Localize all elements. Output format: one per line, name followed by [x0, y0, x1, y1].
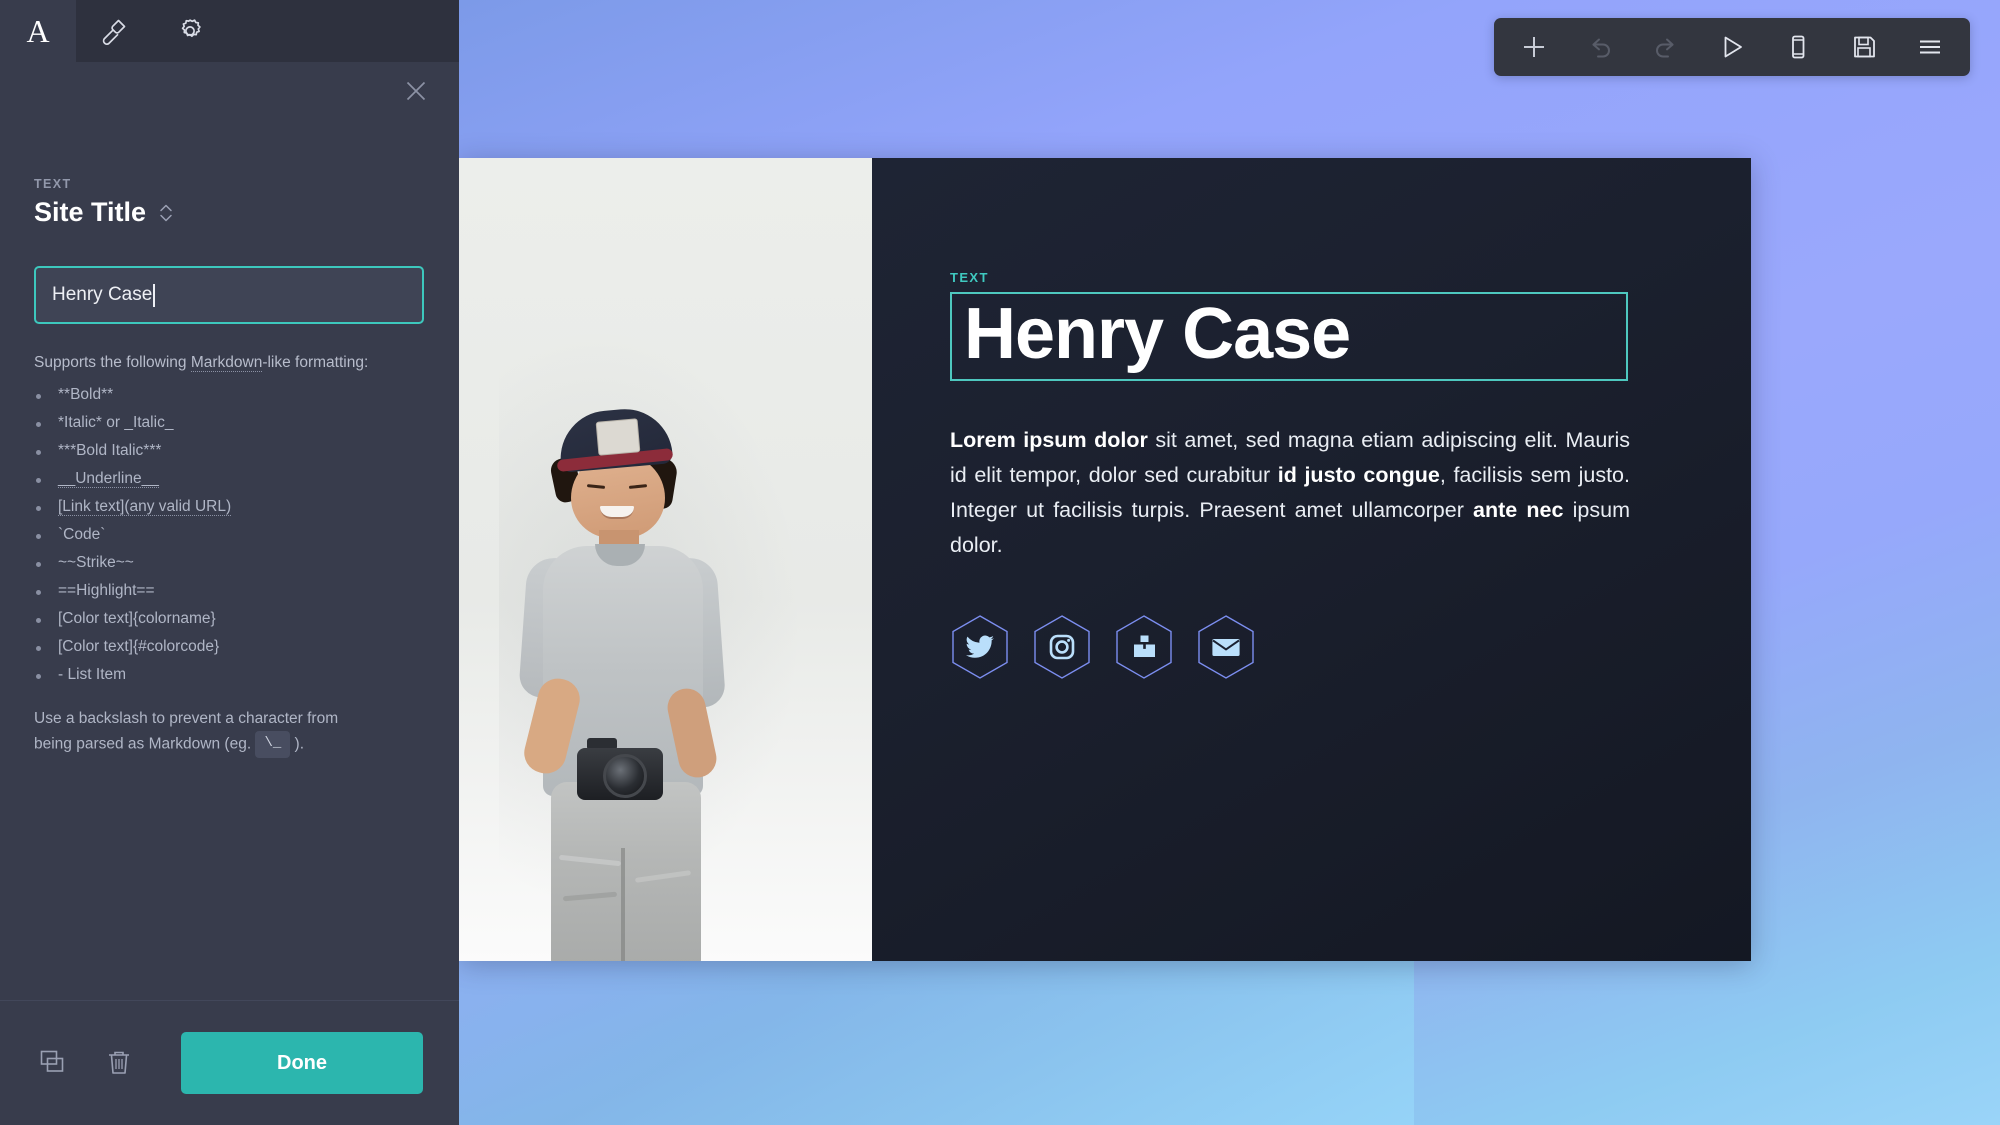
sidebar-tabbar: A — [0, 0, 459, 62]
trash-icon — [109, 1051, 129, 1074]
site-title-heading[interactable]: Henry Case — [964, 298, 1614, 370]
site-preview-card[interactable]: TEXT Henry Case Lorem ipsum dolor sit am… — [459, 158, 1751, 961]
markdown-syntax-item: ***Bold Italic*** — [34, 442, 425, 460]
markdown-syntax-item-label: ==Highlight== — [58, 582, 155, 599]
site-title-input-value: Henry Case — [52, 284, 153, 305]
markdown-syntax-item: ==Highlight== — [34, 582, 425, 600]
markdown-syntax-item: [Color text]{colorname} — [34, 610, 425, 628]
markdown-help-intro: Supports the following Markdown-like for… — [34, 354, 425, 372]
sidebar-tab-style[interactable] — [76, 0, 152, 62]
paragraph-bold-run: Lorem ipsum dolor — [950, 428, 1148, 453]
social-link-twitter[interactable] — [950, 614, 1010, 680]
markdown-syntax-item-label: [Color text]{colorname} — [58, 610, 216, 627]
paragraph-bold-run: id justo congue — [1277, 462, 1440, 487]
markdown-syntax-item: ~~Strike~~ — [34, 554, 425, 572]
undo-button[interactable] — [1572, 24, 1628, 70]
selection-type-label: TEXT — [950, 270, 989, 285]
sidebar-panel-body: TEXT Site Title Henry Case Supports the … — [0, 62, 459, 1000]
redo-icon — [1656, 38, 1674, 58]
mobile-icon — [1792, 35, 1805, 59]
preview-button[interactable] — [1704, 24, 1760, 70]
save-button[interactable] — [1836, 24, 1892, 70]
sidebar-tab-settings[interactable] — [152, 0, 228, 62]
paragraph-bold-run: ante nec — [1473, 497, 1564, 522]
undo-icon — [1592, 38, 1610, 58]
markdown-syntax-item: `Code` — [34, 526, 425, 544]
sidebar-tab-content[interactable]: A — [0, 0, 76, 62]
social-link-portfolio[interactable] — [1114, 614, 1174, 680]
backslash-help-note: Use a backslash to prevent a character f… — [34, 706, 374, 758]
photo-camera-lens — [603, 754, 647, 798]
email-icon — [1198, 615, 1254, 680]
markdown-syntax-item-label: ***Bold Italic*** — [58, 442, 162, 459]
markdown-syntax-item-label: [Link text](any valid URL) — [58, 498, 232, 516]
markdown-syntax-item-label: __Underline__ — [58, 470, 159, 488]
social-links-row — [950, 614, 1673, 680]
mobile-preview-button[interactable] — [1770, 24, 1826, 70]
markdown-syntax-item-label: **Bold** — [58, 386, 114, 403]
duplicate-element-button[interactable] — [36, 1046, 70, 1080]
twitter-icon — [952, 615, 1008, 680]
delete-element-button[interactable] — [102, 1046, 136, 1080]
letter-a-icon: A — [26, 13, 50, 49]
section-title-row[interactable]: Site Title — [34, 197, 425, 228]
hamburger-menu-icon — [1920, 40, 1940, 54]
hero-content-panel: TEXT Henry Case Lorem ipsum dolor sit am… — [872, 158, 1751, 961]
headline-selection-box[interactable]: Henry Case — [950, 292, 1628, 382]
markdown-syntax-item-label: ~~Strike~~ — [58, 554, 134, 571]
site-title-input[interactable]: Henry Case — [34, 266, 424, 324]
markdown-syntax-item: *Italic* or _Italic_ — [34, 414, 425, 432]
close-panel-button[interactable] — [399, 74, 433, 108]
markdown-syntax-item: [Color text]{#colorcode} — [34, 638, 425, 656]
backslash-note-after: ). — [290, 735, 305, 753]
text-caret — [153, 283, 155, 307]
instagram-icon — [1034, 615, 1090, 680]
social-link-instagram[interactable] — [1032, 614, 1092, 680]
plus-icon — [1524, 37, 1544, 57]
play-icon — [1724, 36, 1742, 58]
social-link-email[interactable] — [1196, 614, 1256, 680]
section-kicker: TEXT — [34, 177, 72, 191]
hero-paragraph[interactable]: Lorem ipsum dolor sit amet, sed magna et… — [950, 423, 1630, 562]
help-intro-after: -like formatting: — [262, 354, 369, 371]
section-title: Site Title — [34, 197, 147, 227]
done-button[interactable]: Done — [181, 1032, 423, 1094]
editor-sidebar: A TEXT Site Title Henry Case Supports th… — [0, 0, 459, 1125]
add-element-button[interactable] — [1506, 24, 1562, 70]
markdown-syntax-list: **Bold** *Italic* or _Italic_ ***Bold Ital… — [34, 386, 425, 684]
markdown-help-link[interactable]: Markdown — [190, 354, 263, 372]
redo-button[interactable] — [1638, 24, 1694, 70]
paintbrush-icon — [102, 19, 126, 45]
sidebar-footer: Done — [0, 1000, 459, 1125]
close-icon — [406, 81, 426, 101]
photo-cap-patch — [595, 418, 641, 456]
top-toolbar — [1494, 18, 1970, 76]
photo-leg-split — [621, 848, 625, 961]
markdown-syntax-item-label: *Italic* or _Italic_ — [58, 414, 174, 431]
markdown-syntax-item-label: `Code` — [58, 526, 106, 543]
markdown-syntax-item: **Bold** — [34, 386, 425, 404]
menu-button[interactable] — [1902, 24, 1958, 70]
duplicate-icon — [40, 1050, 64, 1072]
stepper-chevrons-icon[interactable] — [159, 202, 173, 224]
save-floppy-icon — [1854, 36, 1875, 58]
markdown-syntax-item-label: [Color text]{#colorcode} — [58, 638, 220, 655]
dribbble-icon — [1116, 615, 1172, 680]
markdown-syntax-item: __Underline__ — [34, 470, 425, 488]
help-intro-before: Supports the following — [34, 354, 191, 371]
backslash-code-chip: \_ — [255, 731, 291, 758]
markdown-syntax-item: - List Item — [34, 666, 425, 684]
gear-icon — [181, 19, 201, 38]
hero-photo[interactable] — [459, 158, 872, 961]
markdown-syntax-item: [Link text](any valid URL) — [34, 498, 425, 516]
markdown-syntax-item-label: - List Item — [58, 666, 127, 683]
